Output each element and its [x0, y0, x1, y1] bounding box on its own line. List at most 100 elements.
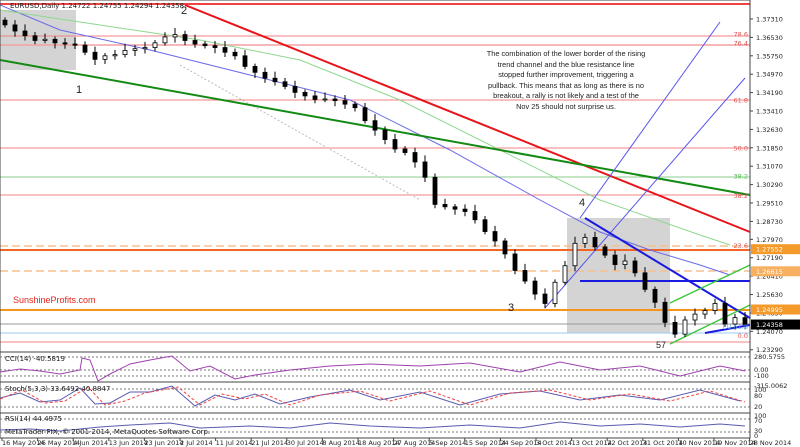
candle-body — [2, 19, 8, 26]
candle-body — [222, 47, 228, 53]
cci-tick-label: -100 — [754, 372, 769, 380]
candle-body — [542, 293, 548, 304]
date-tick-label: 13 Oct 2014 — [572, 439, 612, 447]
candle — [542, 288, 548, 309]
wave-label-2: 2 — [181, 5, 188, 17]
candle-body — [12, 24, 18, 32]
chart-window: 78.6 76.4 61.8 50.0 38.2 38.2 23.6 EU 61.8 0.0 C… — [0, 0, 800, 447]
candle-body — [92, 51, 98, 60]
candle-body — [632, 260, 638, 274]
candle-body — [232, 51, 238, 57]
candle — [232, 48, 238, 60]
candle — [562, 261, 568, 286]
candle — [362, 102, 368, 124]
candle — [282, 77, 288, 90]
price-tick-label: 1.32630 — [756, 126, 783, 134]
candle — [662, 297, 668, 328]
price-chart: 78.676.4 61.8 50.0 38.2 38.2 23.6 EU 61.80.0 C… — [0, 0, 800, 447]
candle — [482, 215, 488, 235]
date-tick-label: 5 Sep 2014 — [429, 439, 466, 447]
candle-body — [712, 303, 718, 311]
candle — [292, 80, 298, 99]
price-tag-label: 1.27552 — [756, 246, 783, 254]
candle-body — [252, 66, 258, 73]
candle — [682, 316, 688, 337]
candle-body — [512, 253, 518, 271]
price-tick-label: 1.33410 — [756, 108, 783, 116]
date-tick-label: 28 Nov 2014 — [750, 439, 792, 447]
candle-body — [362, 107, 368, 122]
candle — [142, 41, 148, 54]
candle-body — [112, 54, 118, 57]
candle-body — [612, 254, 618, 265]
fib-level-label: 38.2 — [734, 173, 748, 181]
candle — [102, 52, 108, 65]
fib-level-label: 61.8 — [734, 96, 748, 104]
candle — [112, 49, 118, 60]
candle-body — [192, 40, 198, 45]
price-tick-label: 1.25630 — [756, 291, 783, 299]
candle-body — [82, 44, 88, 53]
cci-tick-label: 280.5755 — [754, 353, 785, 361]
candle — [552, 279, 558, 308]
candle — [182, 30, 188, 46]
candle — [242, 50, 248, 70]
candle-body — [402, 148, 408, 153]
candle — [302, 89, 308, 101]
price-tag-label: 1.24358 — [756, 321, 783, 329]
candle-body — [472, 211, 478, 221]
price-tick-label: 1.35750 — [756, 52, 783, 60]
candle-body — [392, 139, 398, 150]
candle — [492, 225, 498, 247]
candle-body — [122, 49, 128, 56]
candle — [82, 41, 88, 56]
fib-level-label: EU 61.8 — [723, 323, 748, 331]
candle-body — [492, 231, 498, 242]
copyright: MetaTrader FIX, © 2001-2014, MetaQuotes … — [5, 428, 210, 436]
date-tick-label: 22 Oct 2014 — [607, 439, 647, 447]
candle-body — [352, 103, 358, 109]
candle — [692, 308, 698, 326]
date-tick-label: 23 Jun 2014 — [144, 439, 183, 447]
candle-body — [642, 272, 648, 290]
candle — [522, 263, 528, 284]
candle-body — [342, 100, 348, 105]
candle-body — [162, 36, 168, 44]
candle — [122, 43, 128, 58]
candle-body — [452, 206, 458, 210]
fib-labels: 78.676.4 61.8 50.0 38.2 38.2 23.6 EU 61.80.0 — [723, 30, 748, 339]
fib-level-label: 50.0 — [734, 144, 748, 152]
wave-label-3: 3 — [508, 302, 515, 314]
price-tick-label: 1.27970 — [756, 236, 783, 244]
price-tick-label: 1.37310 — [756, 16, 783, 24]
stoch-tick-label: 80 — [754, 392, 762, 400]
date-tick-label: 13 Jun 2014 — [109, 439, 148, 447]
candle-body — [22, 30, 28, 37]
date-tick-label: 3 Oct 2014 — [536, 439, 572, 447]
candle-body — [652, 288, 658, 303]
date-tick-label: 31 Oct 2014 — [643, 439, 683, 447]
candle — [512, 249, 518, 275]
chart-header: EURUSD,Daily 1.24722 1.24755 1.24294 1.2… — [10, 2, 184, 10]
candle-body — [602, 246, 608, 256]
candle — [672, 315, 678, 338]
cci-label: CCI(14) -40.5819 — [5, 355, 65, 363]
cci-line — [0, 355, 746, 382]
candle-body — [682, 319, 688, 335]
price-tick-label: 1.28730 — [756, 218, 783, 226]
fib-level-label: 23.6 — [734, 242, 748, 250]
candle-body — [532, 280, 538, 295]
candle-body — [442, 204, 448, 208]
candle-body — [142, 47, 148, 50]
candle — [222, 40, 228, 57]
candle-body — [212, 45, 218, 48]
candle-body — [302, 91, 308, 97]
candle — [712, 298, 718, 315]
price-tick-label: 1.34970 — [756, 71, 783, 79]
candle-body — [722, 303, 728, 325]
candle-body — [32, 35, 38, 41]
candle — [172, 27, 178, 43]
date-axis: 16 May 201426 May 20144 Jun 2014 13 Jun 2… — [1, 438, 792, 447]
indicator-axis: 280.5755 0.00 -100 -315.0062 100 80 20 1… — [754, 353, 787, 440]
candle-body — [592, 237, 598, 248]
